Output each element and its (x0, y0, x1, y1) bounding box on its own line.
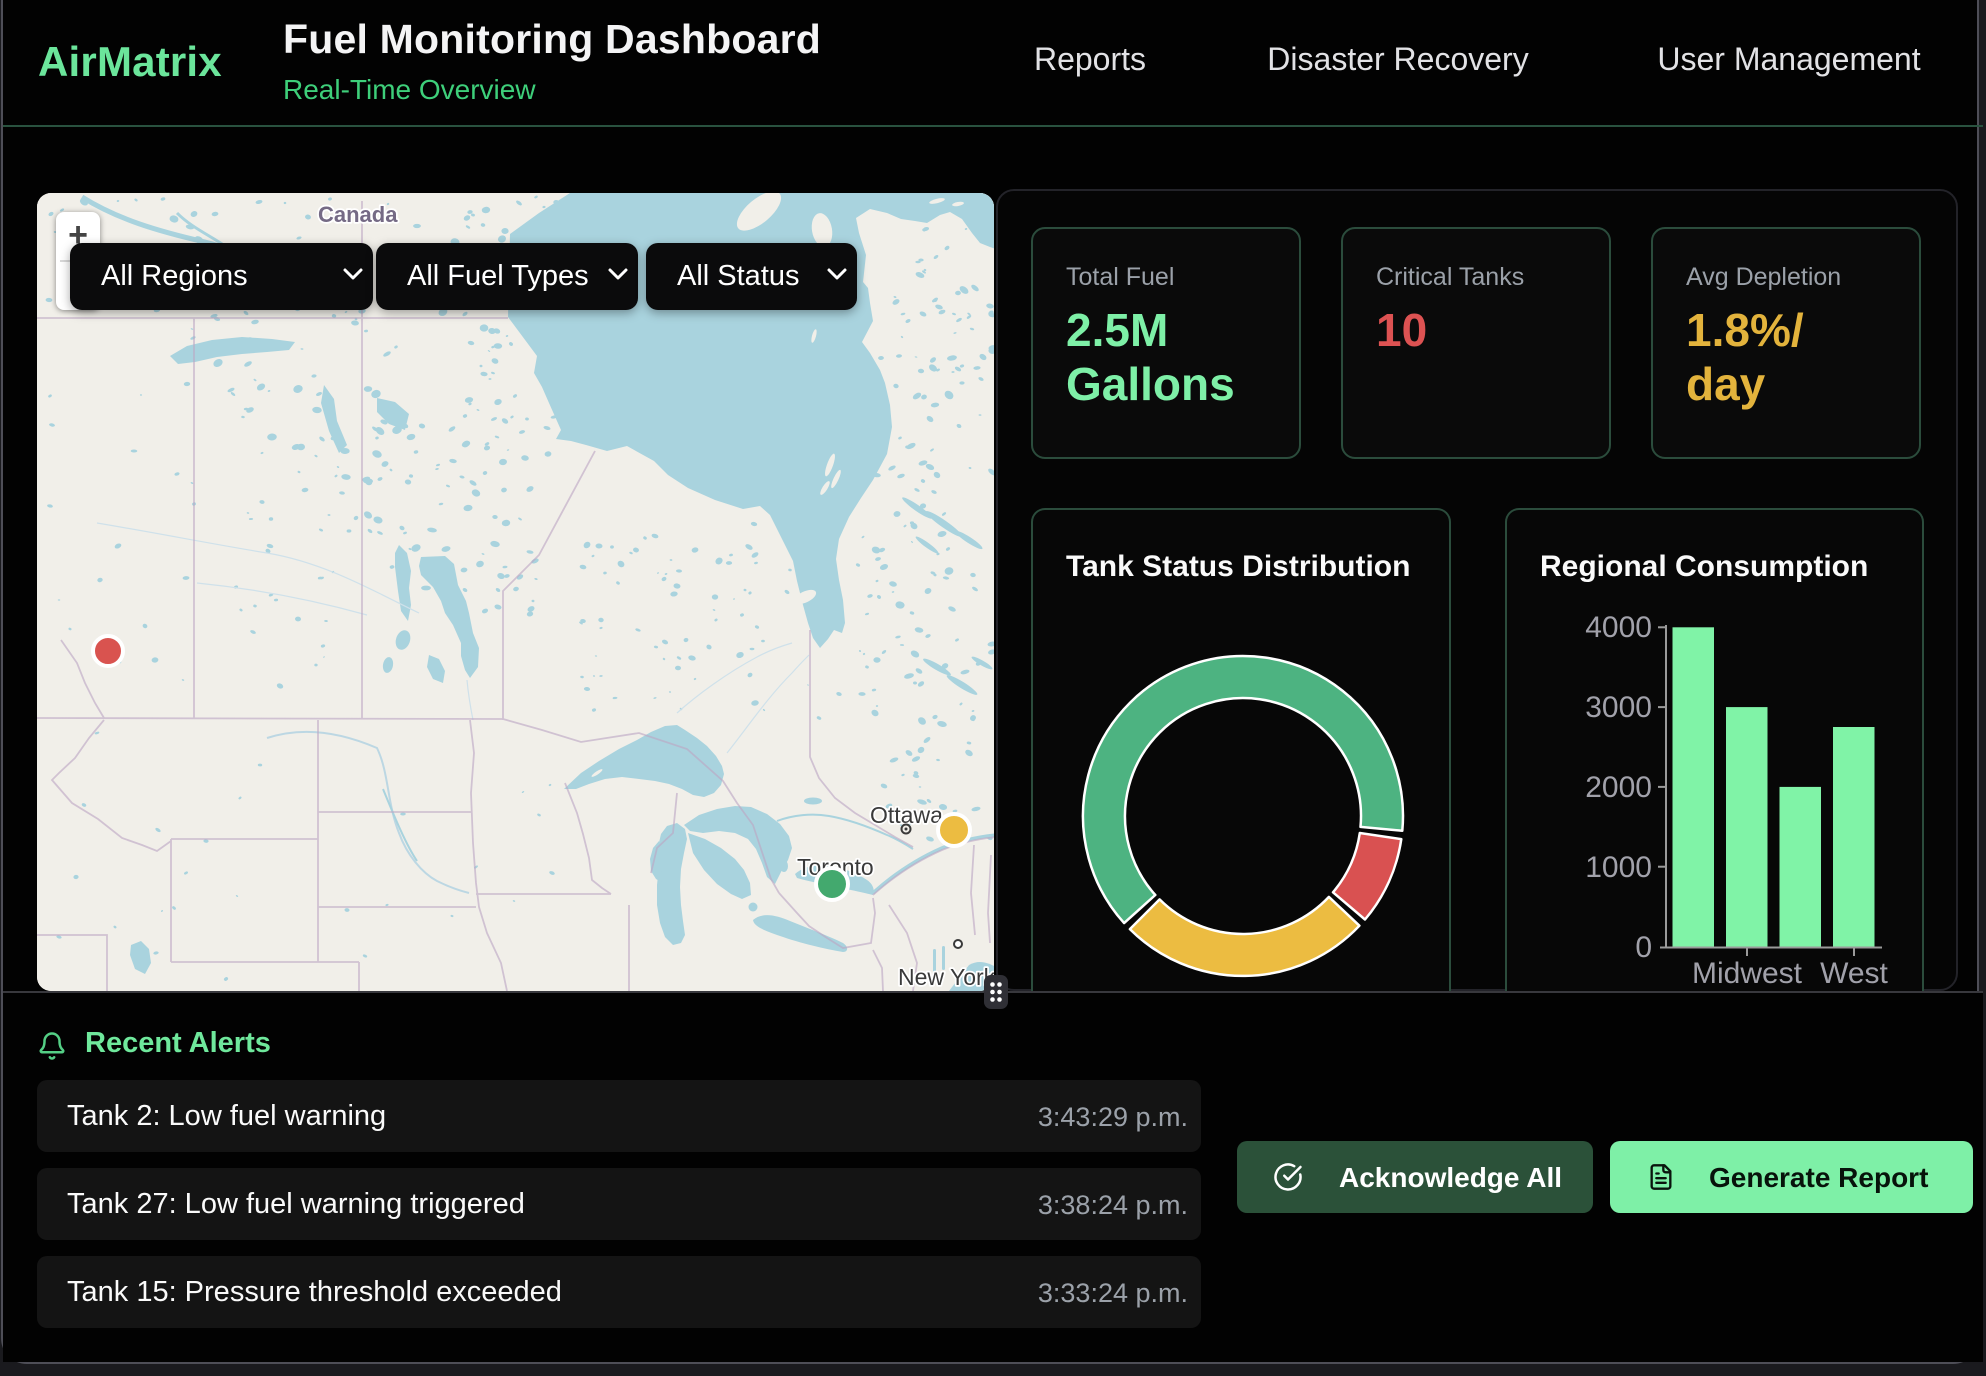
svg-text:2000: 2000 (1585, 771, 1652, 804)
svg-text:New York: New York (898, 964, 994, 990)
svg-text:0: 0 (1635, 931, 1652, 964)
svg-text:1000: 1000 (1585, 851, 1652, 884)
svg-text:4000: 4000 (1585, 611, 1652, 644)
svg-text:Midwest: Midwest (1692, 957, 1803, 990)
svg-text:Canada: Canada (318, 202, 398, 227)
svg-text:West: West (1820, 957, 1888, 990)
svg-text:3000: 3000 (1585, 691, 1652, 724)
